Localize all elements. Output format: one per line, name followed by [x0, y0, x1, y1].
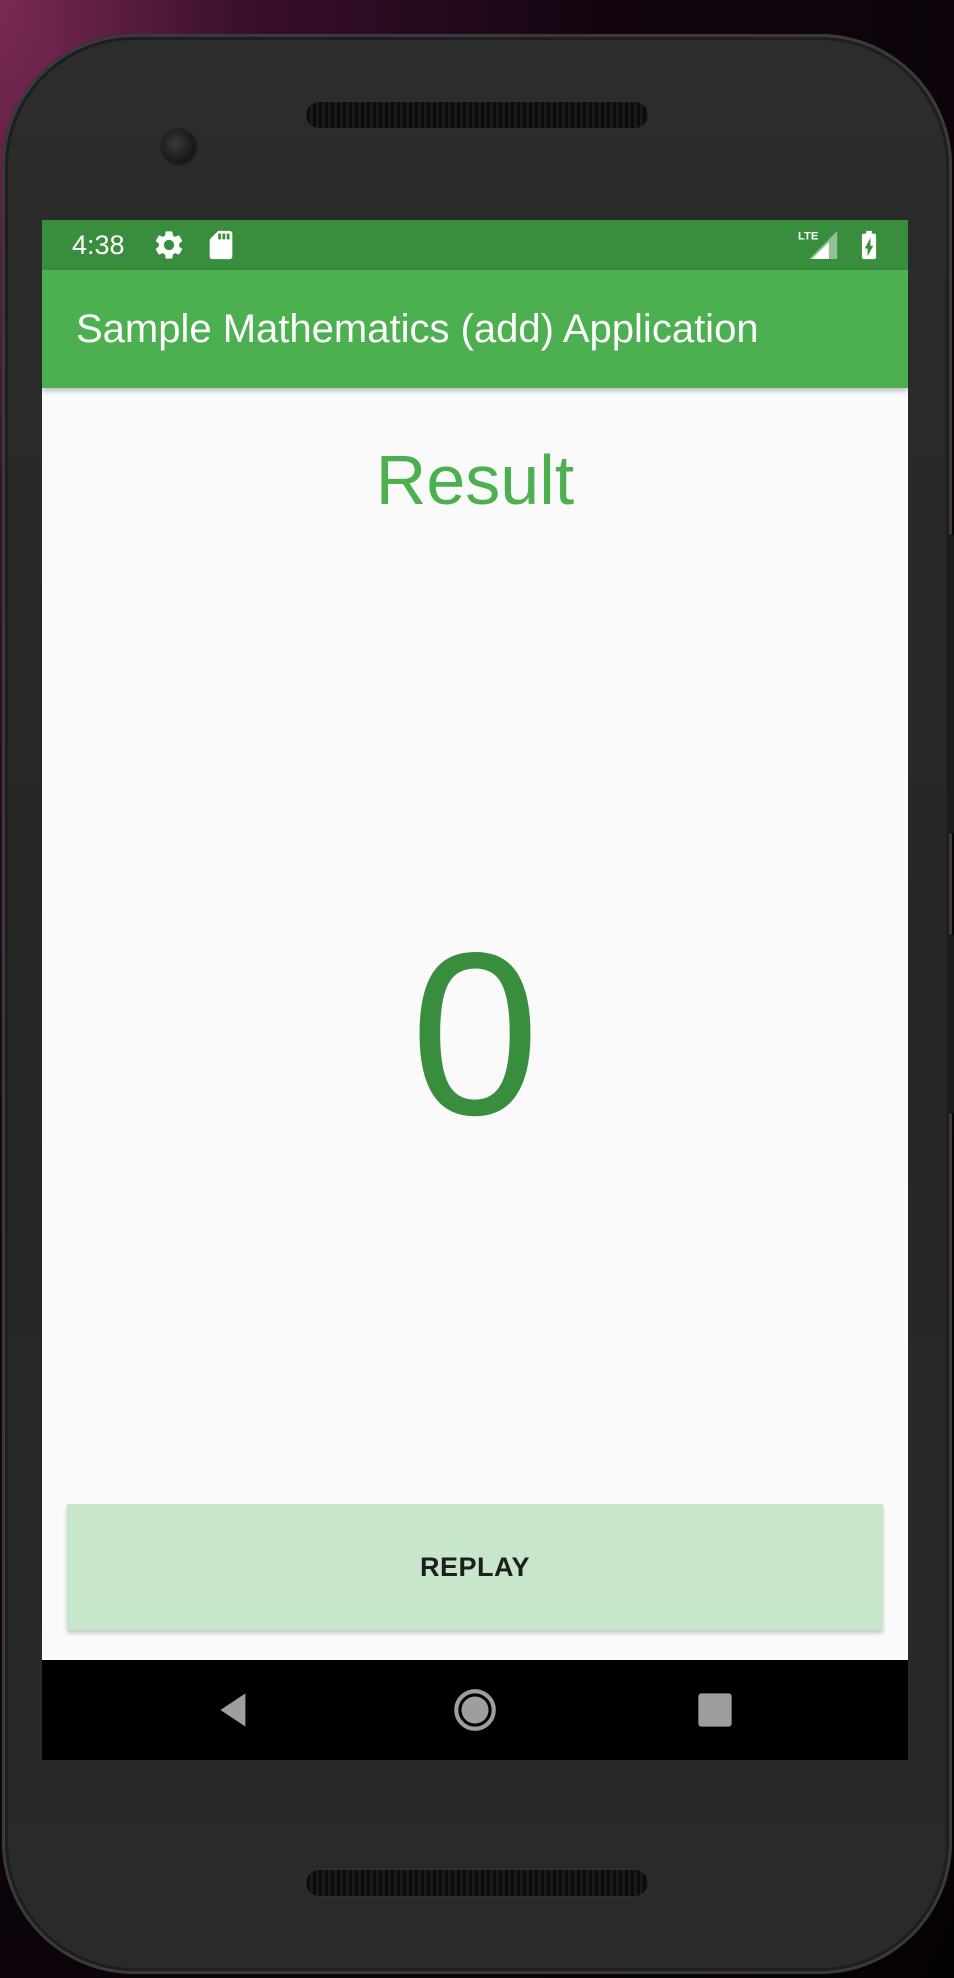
app-title: Sample Mathematics (add) Application: [76, 307, 759, 351]
volume-button: [948, 534, 954, 834]
device-screen: 4:38 LTE Sample Mathematics (add) Applic…: [42, 220, 908, 1760]
lte-signal-icon: LTE: [798, 230, 838, 259]
home-icon[interactable]: [450, 1685, 500, 1735]
settings-gear-icon: [155, 231, 183, 259]
power-button: [948, 934, 954, 1114]
battery-charging-icon: [861, 230, 877, 260]
front-camera: [162, 130, 196, 164]
recents-icon[interactable]: [690, 1685, 740, 1735]
bottom-speaker-grille: [304, 1868, 650, 1898]
status-bar: 4:38 LTE: [42, 220, 908, 270]
replay-button[interactable]: REPLAY: [67, 1504, 883, 1630]
top-speaker-grille: [304, 100, 650, 130]
result-label: Result: [375, 441, 575, 519]
app-bar: Sample Mathematics (add) Application: [42, 270, 908, 388]
back-icon[interactable]: [210, 1685, 260, 1735]
status-time: 4:38: [72, 230, 125, 260]
lte-label: LTE: [798, 230, 819, 242]
result-value: 0: [410, 905, 540, 1164]
sd-card-icon: [209, 230, 233, 260]
navigation-bar: [42, 1660, 908, 1760]
